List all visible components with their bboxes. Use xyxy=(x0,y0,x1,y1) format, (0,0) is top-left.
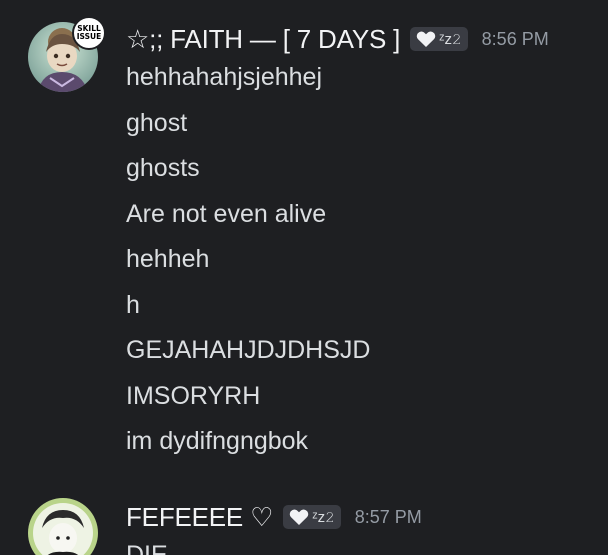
message-line: hehheh xyxy=(126,245,210,273)
message-line: GEJAHAHJDJDHSJD xyxy=(126,336,371,364)
user-tag[interactable]: ᶻz𝟸 xyxy=(410,27,468,51)
message-line: h xyxy=(126,290,140,319)
message-lines: DIE xyxy=(126,533,168,555)
avatar-image xyxy=(28,498,98,555)
skill-issue-badge: SKILL ISSUE xyxy=(72,16,106,50)
tag-text: ᶻz𝟸 xyxy=(439,30,462,48)
chat-message-list: SKILL ISSUE ☆;; FAITH — [ 7 DAYS ] ᶻz𝟸 8… xyxy=(0,0,608,555)
username[interactable]: ☆;; FAITH — [ 7 DAYS ] xyxy=(126,24,400,55)
timestamp[interactable]: 8:57 PM xyxy=(355,507,422,528)
username[interactable]: FEFEEEE ♡ xyxy=(126,502,273,533)
white-heart-icon xyxy=(289,509,309,525)
tag-text: ᶻz𝟸 xyxy=(312,508,335,526)
message-lines: hehhahahjsjehhej ghost ghosts Are not ev… xyxy=(126,55,370,465)
message-line: IMSORYRH xyxy=(126,381,261,410)
message-header: FEFEEEE ♡ ᶻz𝟸 8:57 PM xyxy=(126,502,422,532)
avatar[interactable] xyxy=(28,498,98,555)
message-header: ☆;; FAITH — [ 7 DAYS ] ᶻz𝟸 8:56 PM xyxy=(126,24,549,54)
timestamp[interactable]: 8:56 PM xyxy=(482,29,549,50)
message-line: hehhahahjsjehhej xyxy=(126,63,323,91)
message-line: DIE xyxy=(126,541,168,555)
message-line: ghosts xyxy=(126,154,200,182)
message-line: ghost xyxy=(126,108,188,137)
white-heart-icon xyxy=(416,31,436,47)
message-line: Are not even alive xyxy=(126,199,327,228)
message-line: im dydifngngbok xyxy=(126,427,309,455)
user-tag[interactable]: ᶻz𝟸 xyxy=(283,505,341,529)
badge-line-2: ISSUE xyxy=(76,32,102,41)
